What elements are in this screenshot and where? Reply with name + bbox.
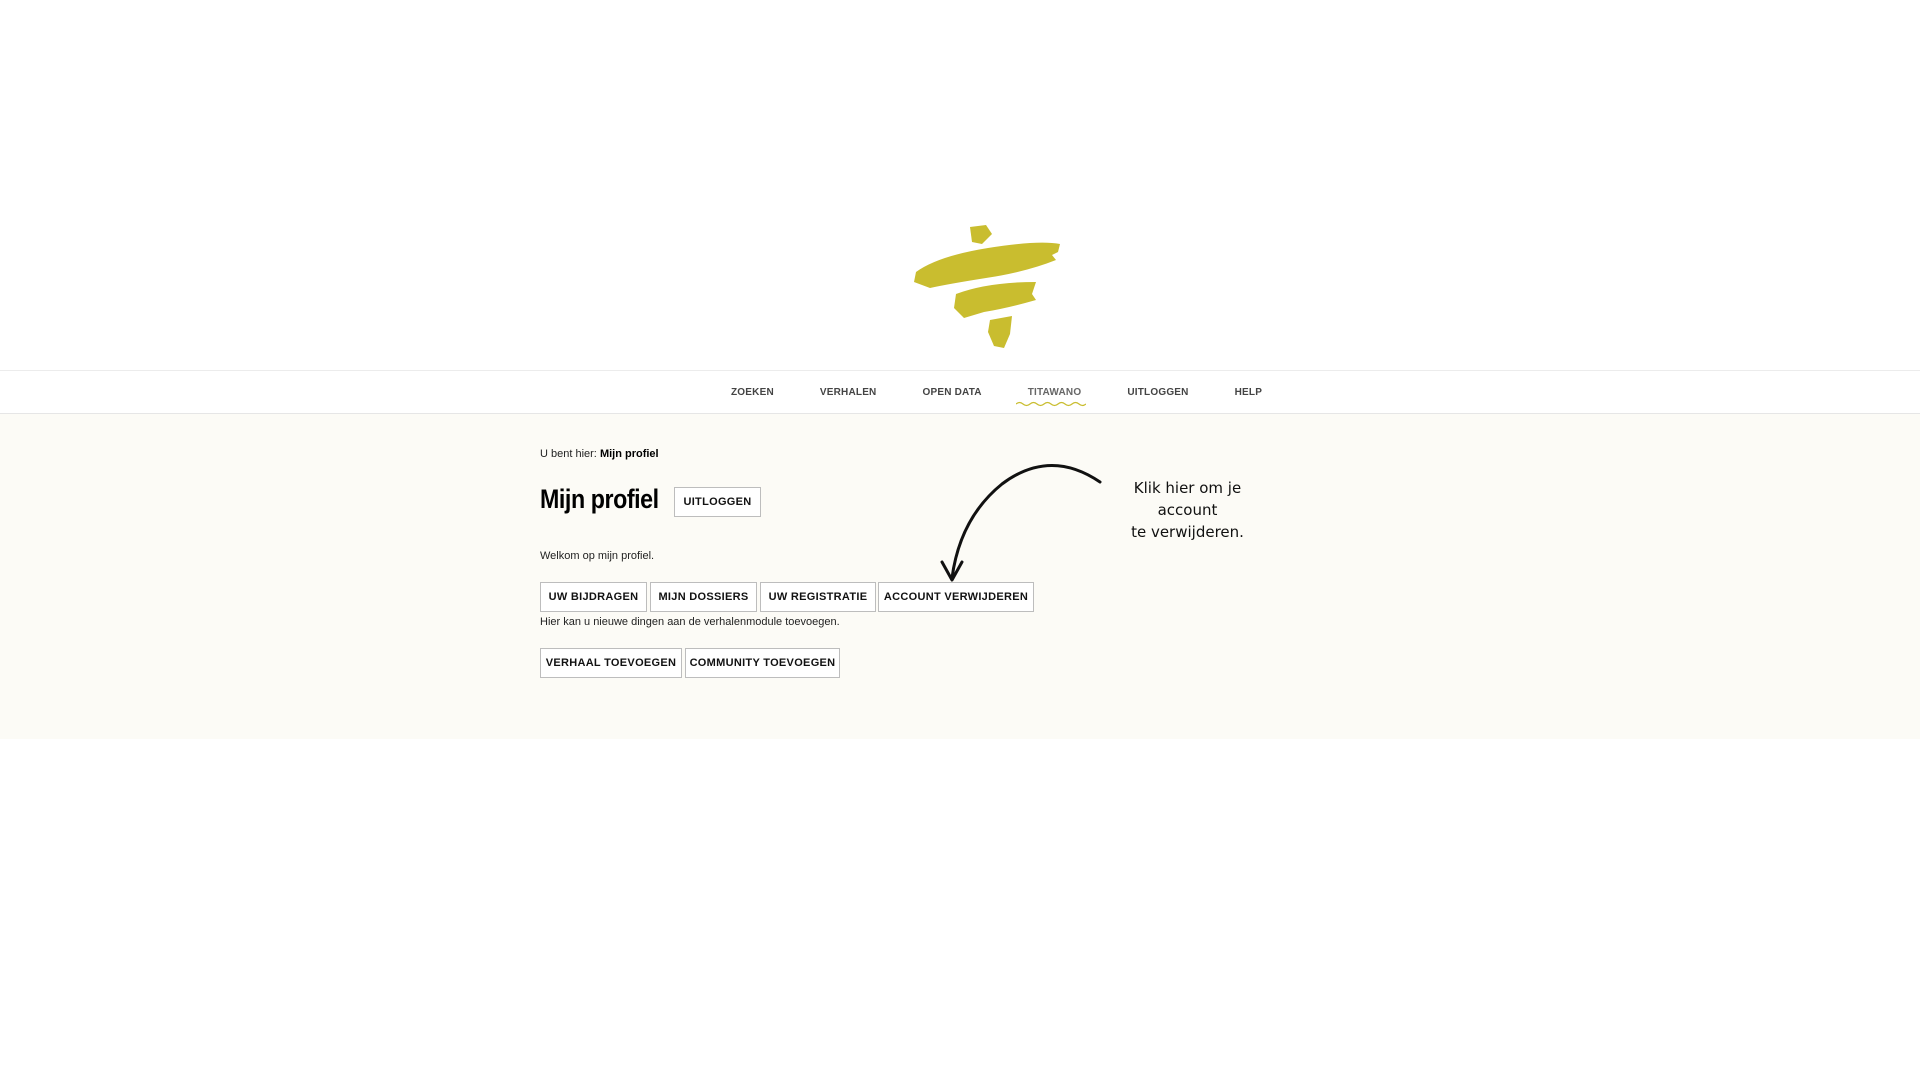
community-toevoegen-button[interactable]: COMMUNITY TOEVOEGEN <box>685 648 840 678</box>
breadcrumb: U bent hier: Mijn profiel <box>540 448 659 460</box>
nav-item-help[interactable]: HELP <box>1235 387 1262 398</box>
tab-uw-registratie[interactable]: UW REGISTRATIE <box>760 582 876 612</box>
nav-item-verhalen[interactable]: VERHALEN <box>820 387 877 398</box>
active-underline-icon <box>1015 401 1086 406</box>
tab-uw-bijdragen[interactable]: UW BIJDRAGEN <box>540 582 647 612</box>
nav-item-zoeken[interactable]: ZOEKEN <box>731 387 774 398</box>
nav-item-uitloggen[interactable]: UITLOGGEN <box>1127 387 1188 398</box>
main-navigation: ZOEKEN VERHALEN OPEN DATA TITAWANO UITLO… <box>0 370 1920 415</box>
breadcrumb-prefix: U bent hier: <box>540 448 597 460</box>
nav-item-titawano[interactable]: TITAWANO <box>1015 386 1086 406</box>
annotation-text: Klik hier om je account te verwijderen. <box>1131 479 1244 541</box>
nav-items: ZOEKEN VERHALEN OPEN DATA TITAWANO UITLO… <box>731 371 1308 413</box>
welcome-text: Welkom op mijn profiel. <box>540 550 655 562</box>
annotation-arrow-icon <box>940 464 1102 582</box>
logout-button[interactable]: UITLOGGEN <box>674 487 761 517</box>
brand-logo-icon[interactable] <box>908 222 1068 350</box>
page: ZOEKEN VERHALEN OPEN DATA TITAWANO UITLO… <box>0 0 1920 1080</box>
breadcrumb-current: Mijn profiel <box>599 448 659 460</box>
tab-mijn-dossiers[interactable]: MIJN DOSSIERS <box>650 582 757 612</box>
nav-item-label: TITAWANO <box>1027 386 1082 398</box>
verhaal-toevoegen-button[interactable]: VERHAAL TOEVOEGEN <box>540 648 682 678</box>
hint-text: Hier kan u nieuwe dingen aan de verhalen… <box>540 616 840 628</box>
page-title: Mijn profiel <box>540 484 659 514</box>
nav-item-open-data[interactable]: OPEN DATA <box>922 387 981 398</box>
